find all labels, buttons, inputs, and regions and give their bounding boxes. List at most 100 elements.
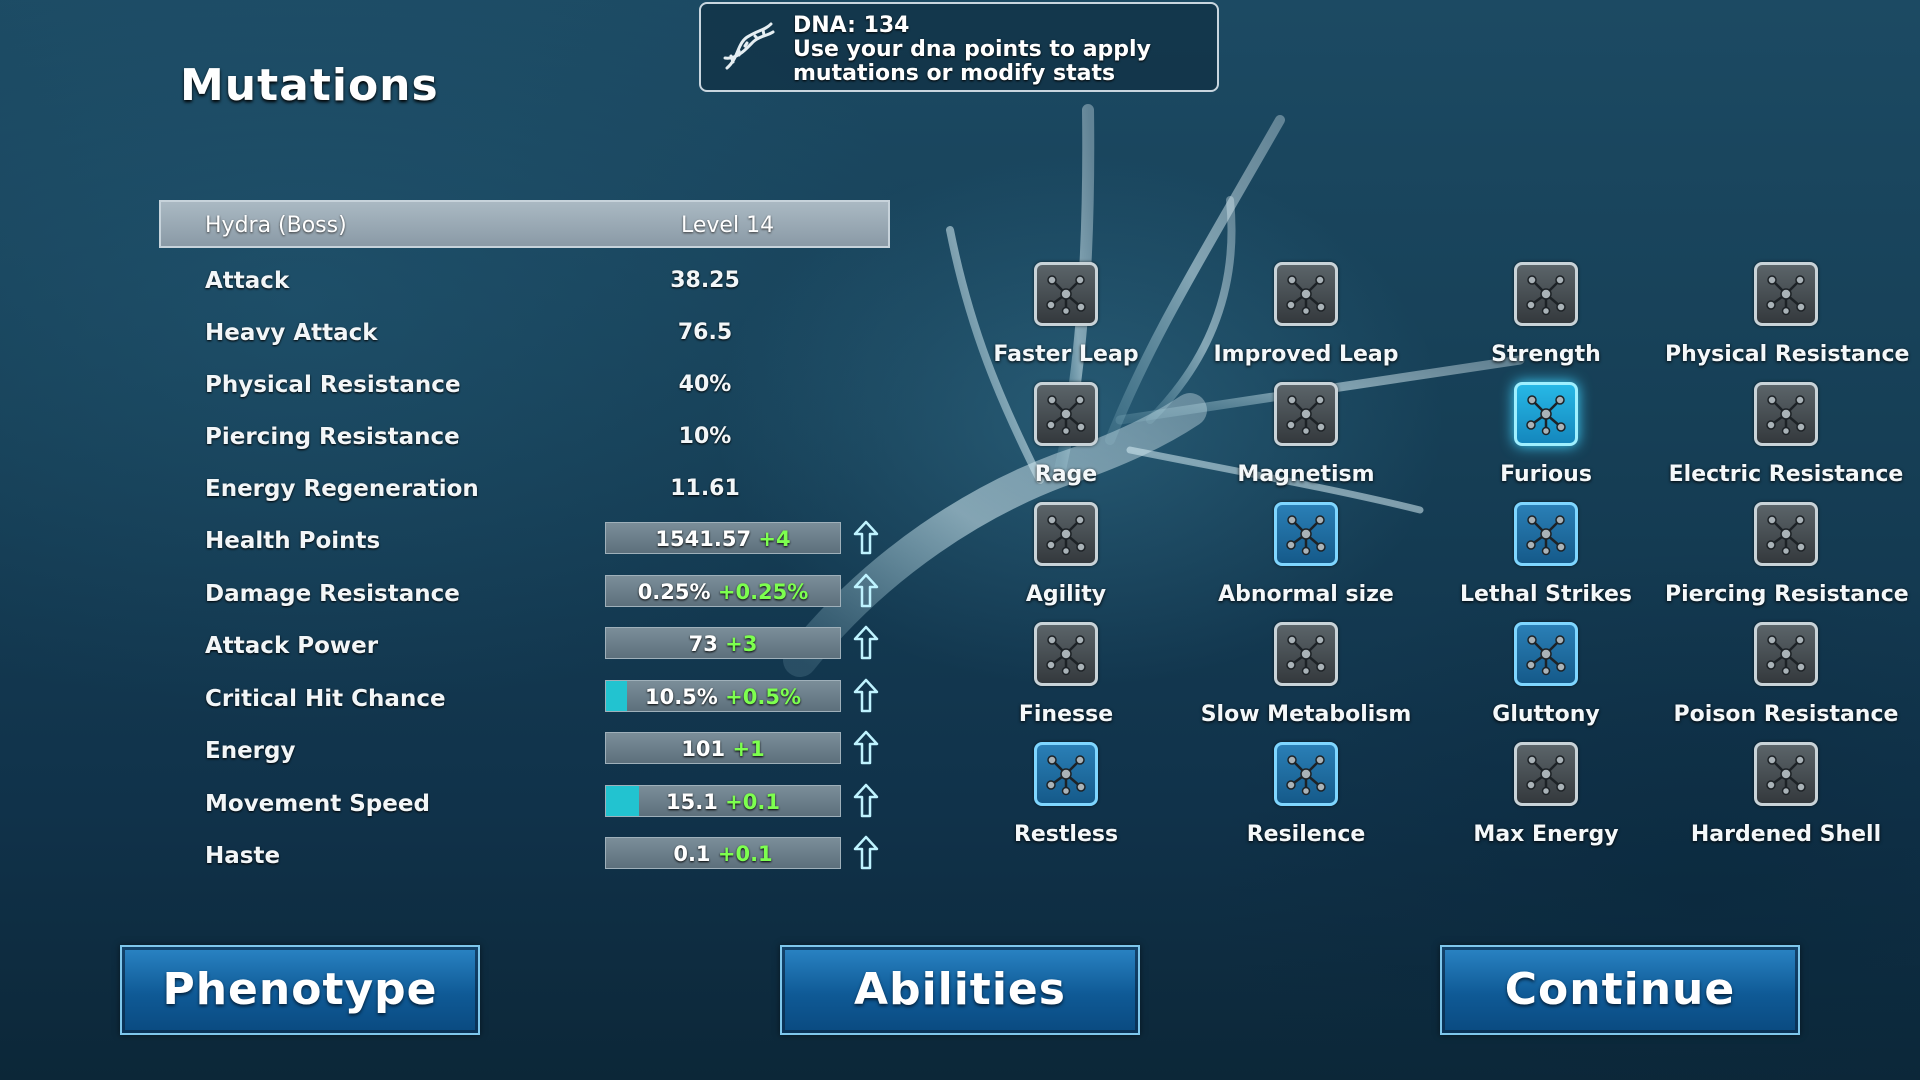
stat-progress-bar: 10.5% +0.5% (605, 679, 841, 712)
stat-bar-text: 0.1 +0.1 (606, 842, 840, 866)
upgradable-stat-row: Critical Hit Chance 10.5% +0.5% (205, 678, 905, 720)
mutation-icon[interactable] (1034, 742, 1098, 806)
stat-bonus-value: +0.25% (717, 579, 809, 604)
mutation-network-glyph (1046, 635, 1086, 676)
stat-bonus-value: +0.1 (717, 842, 773, 866)
mutation-cell[interactable]: Rage (945, 382, 1185, 492)
stat-progress-bar: 0.1 +0.1 (605, 837, 841, 869)
stat-progress-bar: 101 +1 (605, 732, 841, 764)
stat-label: Attack Power (205, 633, 379, 659)
abilities-button[interactable]: Abilities (780, 945, 1140, 1035)
mutation-icon[interactable] (1514, 382, 1578, 446)
mutation-label: Strength (1491, 342, 1601, 367)
mutation-icon[interactable] (1034, 502, 1098, 566)
continue-button[interactable]: Continue (1440, 945, 1800, 1035)
dna-info-box: DNA: 134 Use your dna points to apply mu… (699, 2, 1219, 92)
stat-label: Haste (205, 843, 281, 869)
mutation-network-glyph (1286, 755, 1326, 796)
stat-label: Physical Resistance (205, 372, 461, 398)
upgrade-arrow-icon[interactable] (853, 835, 879, 871)
mutation-cell[interactable]: Faster Leap (945, 262, 1185, 372)
mutation-cell[interactable]: Finesse (945, 622, 1185, 732)
mutation-icon[interactable] (1514, 502, 1578, 566)
mutation-icon[interactable] (1514, 262, 1578, 326)
mutation-icon[interactable] (1514, 742, 1578, 806)
upgrade-arrow-icon[interactable] (853, 783, 879, 819)
mutation-cell[interactable]: Poison Resistance (1665, 622, 1905, 732)
upgrade-arrow-icon[interactable] (853, 625, 879, 661)
mutation-icon[interactable] (1274, 382, 1338, 446)
mutation-icon[interactable] (1274, 742, 1338, 806)
mutation-label: Poison Resistance (1673, 702, 1899, 727)
mutation-cell[interactable]: Improved Leap (1185, 262, 1425, 372)
stat-row: Energy Regeneration 11.61 (205, 470, 905, 510)
mutation-icon[interactable] (1754, 382, 1818, 446)
upgrade-arrow-icon[interactable] (853, 678, 879, 714)
mutation-icon[interactable] (1034, 262, 1098, 326)
mutation-network-glyph (1286, 515, 1326, 556)
mutation-cell[interactable]: Strength (1425, 262, 1665, 372)
mutation-icon[interactable] (1754, 262, 1818, 326)
upgrade-arrow-icon[interactable] (853, 520, 879, 556)
stat-value: 76.5 (677, 320, 733, 345)
upgrade-arrow-icon[interactable] (853, 573, 879, 609)
mutation-icon[interactable] (1034, 382, 1098, 446)
mutation-label: Piercing Resistance (1665, 582, 1909, 607)
mutation-label: Hardened Shell (1690, 822, 1882, 847)
mutation-cell[interactable]: Gluttony (1425, 622, 1665, 732)
mutation-label: Magnetism (1237, 462, 1375, 487)
stat-value: 38.25 (670, 268, 740, 293)
stat-label: Damage Resistance (205, 580, 460, 607)
mutation-network-glyph (1286, 275, 1326, 316)
stat-label: Attack (205, 268, 290, 294)
upgradable-stat-row: Attack Power 73 +3 (205, 625, 905, 667)
stat-value: 10% (678, 424, 732, 449)
mutation-cell[interactable]: Electric Resistance (1665, 382, 1905, 492)
mutation-cell[interactable]: Resilence (1185, 742, 1425, 852)
mutation-label: Faster Leap (993, 342, 1139, 367)
mutation-cell[interactable]: Magnetism (1185, 382, 1425, 492)
mutation-cell[interactable]: Abnormal size (1185, 502, 1425, 612)
mutation-network-glyph (1766, 635, 1806, 676)
mutation-network-glyph (1046, 755, 1086, 796)
stat-base-value: 10.5% (644, 684, 718, 709)
stat-label: Piercing Resistance (205, 424, 460, 450)
creature-name: Hydra (Boss) (205, 213, 347, 238)
mutation-label: Slow Metabolism (1200, 702, 1412, 727)
mutation-cell[interactable]: Piercing Resistance (1665, 502, 1909, 612)
stat-bar-text: 0.25% +0.25% (606, 580, 840, 604)
phenotype-button[interactable]: Phenotype (120, 945, 480, 1035)
mutation-icon[interactable] (1034, 622, 1098, 686)
mutation-icon[interactable] (1514, 622, 1578, 686)
mutation-label: Physical Resistance (1665, 342, 1910, 367)
stat-bar-text: 73 +3 (606, 632, 840, 656)
mutation-icon[interactable] (1274, 502, 1338, 566)
mutation-cell[interactable]: Slow Metabolism (1185, 622, 1425, 732)
mutation-cell[interactable]: Restless (945, 742, 1185, 852)
mutation-cell[interactable]: Hardened Shell (1665, 742, 1905, 852)
mutation-cell[interactable]: Agility (945, 502, 1185, 612)
mutation-label: Max Energy (1473, 822, 1619, 847)
mutation-cell[interactable]: Physical Resistance (1665, 262, 1910, 372)
mutation-cell[interactable]: Max Energy (1425, 742, 1665, 852)
mutation-icon[interactable] (1274, 622, 1338, 686)
mutation-icon[interactable] (1754, 622, 1818, 686)
mutation-icon[interactable] (1754, 742, 1818, 806)
mutation-network-glyph (1526, 755, 1566, 796)
mutation-label: Lethal Strikes (1460, 582, 1632, 607)
creature-level: Level 14 (681, 213, 775, 238)
stat-progress-bar: 1541.57 +4 (605, 522, 841, 554)
upgradable-stat-row: Movement Speed 15.1 +0.1 (205, 783, 905, 825)
mutation-cell[interactable]: Furious (1425, 382, 1665, 492)
stat-bar-text: 101 +1 (606, 737, 840, 761)
stat-bar-text: 1541.57 +4 (606, 527, 840, 551)
stat-base-value: 0.1 (673, 842, 711, 866)
mutation-icon[interactable] (1754, 502, 1818, 566)
stat-bar-text: 15.1 +0.1 (606, 790, 840, 814)
stat-bonus-value: +0.1 (725, 789, 780, 814)
mutation-label: Finesse (1018, 702, 1114, 727)
upgrade-arrow-icon[interactable] (853, 730, 879, 766)
mutation-icon[interactable] (1274, 262, 1338, 326)
mutation-label: Improved Leap (1213, 342, 1399, 367)
mutation-cell[interactable]: Lethal Strikes (1425, 502, 1665, 612)
